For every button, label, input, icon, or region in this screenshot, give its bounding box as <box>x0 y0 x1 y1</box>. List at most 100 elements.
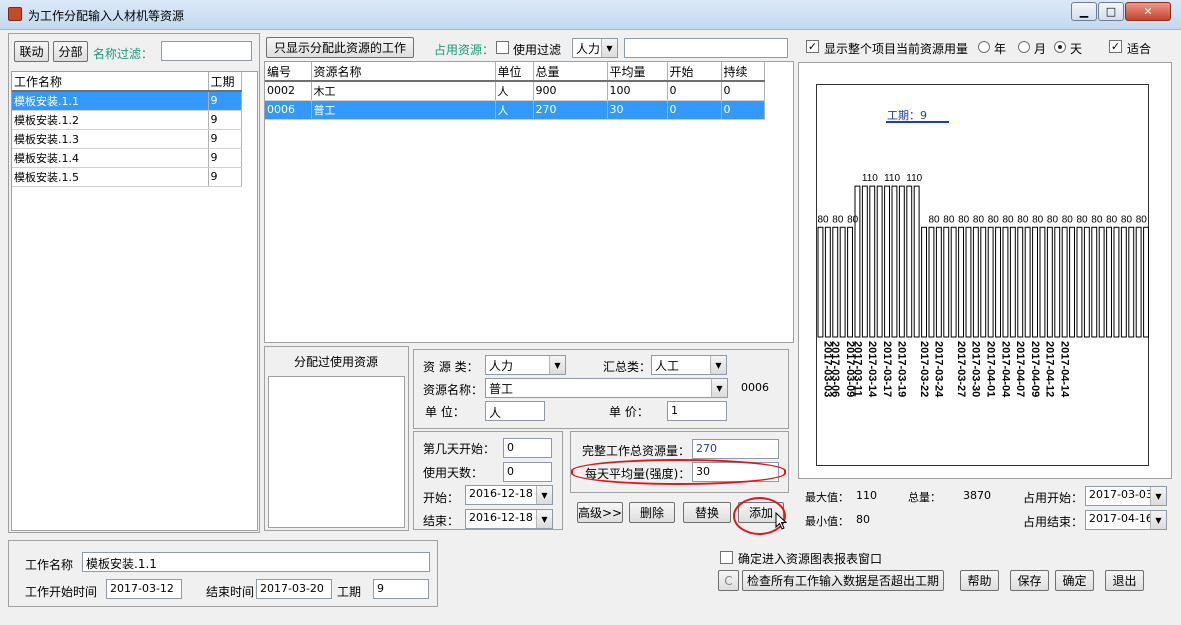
assigned-resources-title: 分配过使用资源 <box>294 355 379 369</box>
x-tick-label: 2017-03-17 <box>881 341 893 397</box>
table-row[interactable]: 0002 木工 人 900 100 0 0 <box>265 81 765 101</box>
start-date-picker[interactable]: 2016-12-18 ▼ <box>465 485 553 505</box>
resource-type-select[interactable]: 人力 ▼ <box>572 38 618 58</box>
price-input[interactable]: 1 <box>667 401 727 421</box>
col-header-work-name[interactable]: 工作名称 <box>12 72 209 92</box>
work-duration-input[interactable]: 9 <box>373 579 429 599</box>
day-start-input[interactable]: 0 <box>503 438 552 458</box>
histogram-bar <box>1046 226 1053 338</box>
res-name-select[interactable]: 普工 ▼ <box>485 378 728 398</box>
chart-frame: 80 80 80 110 110 110 80 80 80 80 80 80 80 80 80 80 80 80 8… <box>816 84 1150 466</box>
resource-table: 编号 资源名称 单位 总量 平均量 开始 持续 0002 木工 人 900 10… <box>264 61 794 343</box>
histogram-bar <box>854 185 861 338</box>
delete-button[interactable]: 删除 <box>629 502 675 523</box>
work-start-input[interactable]: 2017-03-12 <box>106 579 182 599</box>
check-duration-button[interactable]: 检查所有工作输入数据是否超出工期 <box>742 570 944 591</box>
ok-button[interactable]: 确定 <box>1055 570 1094 591</box>
minimize-button[interactable]: ▁ <box>1071 2 1097 21</box>
histogram-bar <box>869 185 876 338</box>
work-end-input[interactable]: 2017-03-20 <box>256 579 332 599</box>
only-show-assigned-button[interactable]: 只显示分配此资源的工作 <box>266 37 414 58</box>
split-button[interactable]: 分部 <box>53 41 88 62</box>
day-radio[interactable] <box>1054 41 1066 53</box>
table-row[interactable]: 模板安装.1.2 9 <box>12 110 242 130</box>
work-name-input[interactable]: 模板安装.1.1 <box>82 552 430 572</box>
unit-cell: 人 <box>495 81 534 101</box>
x-tick-label: 2017-03-30 <box>970 341 982 397</box>
use-filter-checkbox[interactable] <box>496 41 509 54</box>
bar-value-label: 80 <box>988 214 1000 225</box>
link-button[interactable]: 联动 <box>14 41 49 62</box>
histogram-bar <box>1098 226 1105 338</box>
histogram-bar <box>921 226 927 338</box>
histogram-bar <box>1076 226 1083 338</box>
assigned-resources-list[interactable] <box>268 376 405 528</box>
help-button[interactable]: 帮助 <box>960 570 999 591</box>
col-header-total[interactable]: 总量 <box>533 62 608 82</box>
col-header-name[interactable]: 资源名称 <box>311 62 496 82</box>
maximize-button[interactable]: □ <box>1098 2 1124 21</box>
use-days-input[interactable]: 0 <box>503 462 552 482</box>
col-header-unit[interactable]: 单位 <box>495 62 534 82</box>
histogram-bar <box>1069 226 1076 338</box>
col-header-avg[interactable]: 平均量 <box>607 62 668 82</box>
col-header-duration[interactable]: 工期 <box>208 72 242 92</box>
table-row[interactable]: 模板安装.1.5 9 <box>12 167 242 187</box>
x-tick-label: 2017-03-06 <box>829 341 841 397</box>
histogram-bar <box>839 226 846 338</box>
table-row[interactable]: 模板安装.1.3 9 <box>12 129 242 149</box>
end-date-picker[interactable]: 2016-12-18 ▼ <box>465 509 553 529</box>
close-button[interactable]: ✕ <box>1125 2 1171 21</box>
resource-search-input[interactable] <box>624 38 788 58</box>
unit-cell: 人 <box>495 100 534 120</box>
duration-cell: 9 <box>208 129 242 149</box>
avg-cell: 30 <box>607 100 668 120</box>
occ-end-picker[interactable]: 2017-04-16 ▼ <box>1085 510 1167 530</box>
col-header-id[interactable]: 编号 <box>265 62 312 82</box>
bar-value-label: 80 <box>1136 214 1148 225</box>
bar-value-label: 110 <box>884 173 900 184</box>
histogram-bar <box>876 185 883 338</box>
name-filter-input[interactable] <box>161 41 252 61</box>
total-amount-label: 完整工作总资源量： <box>582 444 691 458</box>
histogram-bar <box>1113 226 1120 338</box>
histogram-bar <box>935 226 942 338</box>
histogram-bar <box>1054 226 1061 338</box>
histogram-bar <box>943 226 950 338</box>
x-tick-label: 2017-03-27 <box>955 341 967 397</box>
table-row[interactable]: 0006 普工 人 270 30 0 0 <box>265 100 765 120</box>
exit-button[interactable]: 退出 <box>1105 570 1144 591</box>
col-header-start[interactable]: 开始 <box>667 62 722 82</box>
show-total-checkbox[interactable]: ✓ <box>806 40 819 53</box>
x-tick-label: 2017-04-07 <box>1014 341 1026 397</box>
confirm-chart-checkbox[interactable] <box>720 551 733 564</box>
histogram-bar <box>1002 226 1009 338</box>
year-radio[interactable] <box>978 41 990 53</box>
month-radio[interactable] <box>1018 41 1030 53</box>
table-row[interactable]: 模板安装.1.1 9 <box>12 91 242 111</box>
unit-input[interactable]: 人 <box>485 401 545 421</box>
max-label: 最大值： <box>805 491 849 504</box>
fit-checkbox[interactable]: ✓ <box>1109 40 1122 53</box>
duration-cell: 9 <box>208 110 242 130</box>
sum-type-label: 汇总类： <box>603 360 652 374</box>
min-value: 80 <box>856 513 870 526</box>
res-type-value: 人力 <box>489 359 514 373</box>
advanced-button[interactable]: 高级>> <box>577 502 623 523</box>
col-header-duration[interactable]: 持续 <box>721 62 765 82</box>
avg-cell: 100 <box>607 81 668 101</box>
bar-value-label: 80 <box>847 214 859 225</box>
occ-end-value: 2017-04-16 <box>1089 512 1153 525</box>
save-button[interactable]: 保存 <box>1010 570 1049 591</box>
bar-value-label: 80 <box>1047 214 1059 225</box>
total-amount-input[interactable]: 270 <box>692 439 779 459</box>
occ-start-picker[interactable]: 2017-03-03 ▼ <box>1085 486 1167 506</box>
table-row[interactable]: 模板安装.1.4 9 <box>12 148 242 168</box>
c-button[interactable]: C <box>718 570 739 591</box>
sum-type-select[interactable]: 人工 ▼ <box>651 355 727 375</box>
end-label: 结束： <box>423 514 460 528</box>
res-type-select[interactable]: 人力 ▼ <box>485 355 566 375</box>
resource-type-value: 人力 <box>576 42 601 56</box>
replace-button[interactable]: 替换 <box>683 502 731 523</box>
start-cell: 0 <box>667 100 722 120</box>
